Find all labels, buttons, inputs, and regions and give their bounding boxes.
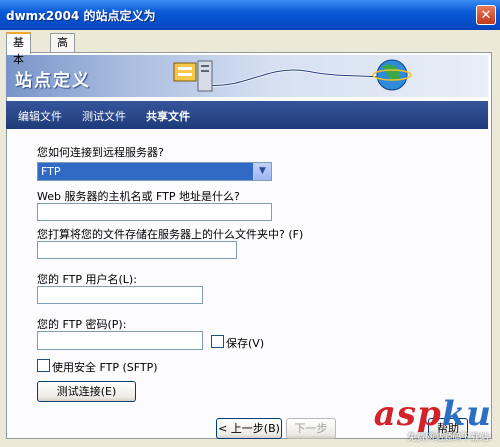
watermark-ku: ku [441,394,492,434]
tab-basic[interactable]: 基本 [6,32,31,66]
host-label: Web 服务器的主机名或 FTP 地址是什么? [37,190,240,203]
folder-input[interactable] [37,241,237,259]
sftp-checkbox[interactable] [37,359,50,372]
watermark-subtitle: 免费网站源码下载站! [407,433,492,443]
back-button[interactable]: < 上一步(B) [216,418,282,439]
folder-label: 您打算将您的文件存储在服务器上的什么文件夹中? (F) [37,228,304,241]
nav-item-share-files[interactable]: 共享文件 [146,108,190,124]
sftp-label: 使用安全 FTP (SFTP) [52,361,158,374]
connect-label: 您如何连接到远程服务器? [37,146,164,159]
tab-advanced[interactable]: 高级 [50,33,75,66]
save-password-checkbox[interactable] [211,335,224,348]
save-password-label: 保存(V) [226,337,265,350]
host-input[interactable] [37,203,272,221]
connect-method-select[interactable]: FTP ▼ [37,162,272,181]
connect-method-value: FTP [41,165,61,178]
username-label: 您的 FTP 用户名(L): [37,273,137,286]
nav-item-test-files[interactable]: 测试文件 [82,108,126,124]
title-bar: dwmx2004 的站点定义为 ✕ [0,0,500,30]
nav-item-edit-files[interactable]: 编辑文件 [18,108,62,124]
password-label: 您的 FTP 密码(P): [37,318,127,331]
banner: 站点定义 [6,55,488,97]
password-input[interactable] [37,331,203,350]
watermark-logo: aspku [374,394,492,434]
username-input[interactable] [37,286,203,304]
close-button[interactable]: ✕ [476,5,496,25]
test-connection-button[interactable]: 测试连接(E) [37,381,136,402]
chevron-down-icon[interactable]: ▼ [253,163,271,180]
next-button[interactable]: 下一步 [286,418,336,439]
network-server-icon [173,59,412,92]
watermark-asp: asp [373,394,442,434]
window-title: dwmx2004 的站点定义为 [6,9,156,23]
nav-bar: 编辑文件 测试文件 共享文件 [6,101,488,129]
